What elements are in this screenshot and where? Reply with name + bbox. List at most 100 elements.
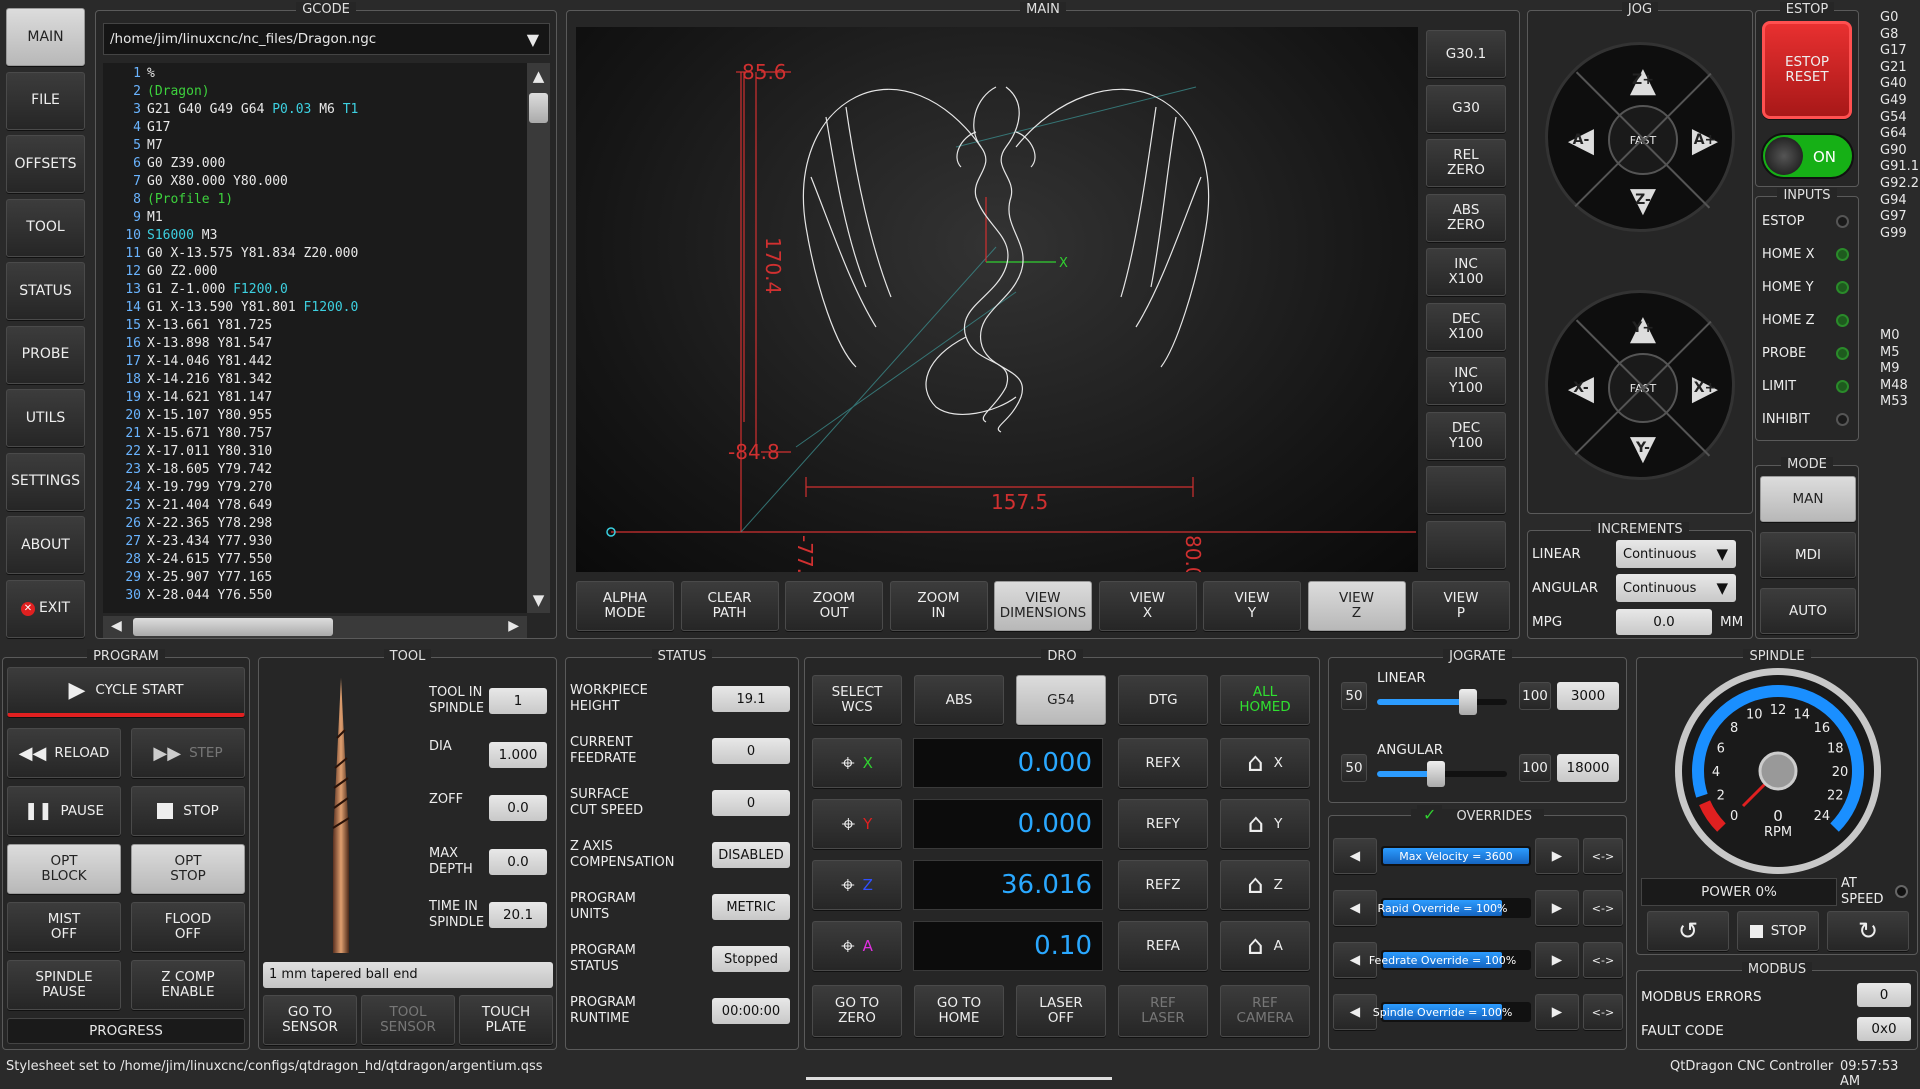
override-decrease-button[interactable]: ◀ bbox=[1333, 994, 1377, 1030]
nav-probe-button[interactable]: PROBE bbox=[6, 325, 85, 384]
gcode-line[interactable]: 21 X-15.671 Y80.757 bbox=[103, 425, 527, 443]
slider-knob[interactable] bbox=[1426, 761, 1445, 787]
jograte-linear-min[interactable]: 50 bbox=[1341, 682, 1367, 710]
dro-y-zero-button[interactable]: ⌖ Y bbox=[812, 799, 902, 849]
spindle-stop-button[interactable]: STOP bbox=[1737, 911, 1819, 951]
jograte-linear-value[interactable]: 3000 bbox=[1557, 682, 1619, 710]
scroll-up-icon[interactable]: ▲ bbox=[527, 67, 550, 85]
jog-x-minus-button[interactable]: ◀ X- bbox=[1557, 368, 1605, 408]
override-decrease-button[interactable]: ◀ bbox=[1333, 890, 1377, 926]
main-zoom-in-button[interactable]: ZOOM IN bbox=[889, 581, 988, 631]
dro-z-value[interactable]: 36.016 bbox=[913, 860, 1103, 910]
gcode-line[interactable]: 17 X-14.046 Y81.442 bbox=[103, 353, 527, 371]
dro-refz-button[interactable]: REFZ bbox=[1118, 860, 1208, 910]
slider-knob[interactable] bbox=[1459, 689, 1477, 715]
jograte-angular-value[interactable]: 18000 bbox=[1557, 754, 1619, 782]
dro-home-z-button[interactable]: ⌂ Z bbox=[1220, 860, 1310, 910]
gcode-line[interactable]: 4 G17 bbox=[103, 119, 527, 137]
dro-z-zero-button[interactable]: ⌖ Z bbox=[812, 860, 902, 910]
opt-stop-button[interactable]: OPT STOP bbox=[131, 844, 245, 894]
gcode-line[interactable]: 22 X-17.011 Y80.310 bbox=[103, 443, 527, 461]
tool-field-value[interactable]: 0.0 bbox=[489, 848, 547, 875]
dro-go-to-zero-button[interactable]: GO TO ZERO bbox=[812, 985, 902, 1037]
main-side-button-rel-zero[interactable]: REL ZERO bbox=[1426, 139, 1506, 187]
mode-man-button[interactable]: MAN bbox=[1760, 476, 1856, 522]
nav-offsets-button[interactable]: OFFSETS bbox=[6, 135, 85, 193]
main-view-z-button[interactable]: VIEW Z bbox=[1307, 581, 1406, 631]
gcode-line[interactable]: 1% bbox=[103, 65, 527, 83]
spindle-forward-button[interactable]: ↻ bbox=[1827, 911, 1909, 951]
override-slider[interactable]: Rapid Override = 100% bbox=[1378, 898, 1531, 918]
main-view-p-button[interactable]: VIEW P bbox=[1412, 581, 1510, 631]
override-reset-button[interactable]: <-> bbox=[1583, 890, 1623, 926]
spindle-reverse-button[interactable]: ↺ bbox=[1647, 911, 1729, 951]
stop-button[interactable]: STOP bbox=[131, 786, 245, 836]
nav-utils-button[interactable]: UTILS bbox=[6, 389, 85, 447]
gcode-line[interactable]: 26 X-22.365 Y78.298 bbox=[103, 515, 527, 533]
gcode-line[interactable]: 30 X-28.044 Y76.550 bbox=[103, 587, 527, 605]
tool-field-value[interactable]: 0.0 bbox=[489, 795, 547, 821]
gcode-line[interactable]: 5 M7 bbox=[103, 137, 527, 155]
gcode-line[interactable]: 7 G0 X80.000 Y80.000 bbox=[103, 173, 527, 191]
main-side-button-dec-x100[interactable]: DEC X100 bbox=[1426, 302, 1506, 351]
dro-go-to-home-button[interactable]: GO TO HOME bbox=[914, 985, 1004, 1037]
angular-inc-select[interactable]: Continuous ▼ bbox=[1616, 574, 1736, 602]
dro-all-homed-button[interactable]: ALL HOMED bbox=[1220, 675, 1310, 725]
jog-y-minusplus-button[interactable]: ▲ Y+ bbox=[1619, 308, 1667, 348]
jog-a-minusplus-button[interactable]: ▶ A+ bbox=[1681, 120, 1729, 160]
main-view-y-button[interactable]: VIEW Y bbox=[1203, 581, 1301, 631]
main-side-button-g30-1[interactable]: G30.1 bbox=[1426, 30, 1506, 78]
dro-a-zero-button[interactable]: ⌖ A bbox=[812, 921, 902, 971]
dro-home-a-button[interactable]: ⌂ A bbox=[1220, 921, 1310, 971]
nav-tool-button[interactable]: TOOL bbox=[6, 198, 85, 257]
main-side-button-dec-y100[interactable]: DEC Y100 bbox=[1426, 411, 1506, 460]
jog-x-minusplus-button[interactable]: ▶ X+ bbox=[1681, 368, 1729, 408]
main-side-button-abs-zero[interactable]: ABS ZERO bbox=[1426, 193, 1506, 242]
tool-field-value[interactable]: 20.1 bbox=[489, 902, 547, 928]
nav-about-button[interactable]: ABOUT bbox=[6, 516, 85, 574]
nav-file-button[interactable]: FILE bbox=[6, 71, 85, 130]
jog-a-minus-button[interactable]: ◀ A- bbox=[1557, 120, 1605, 160]
spindle-pause-button[interactable]: SPINDLE PAUSE bbox=[7, 960, 121, 1010]
dro-x-value[interactable]: 0.000 bbox=[913, 738, 1103, 788]
gcode-line[interactable]: 20 X-15.107 Y80.955 bbox=[103, 407, 527, 425]
touch-plate-button[interactable]: TOUCH PLATE bbox=[459, 995, 553, 1045]
dro-home-x-button[interactable]: ⌂ X bbox=[1220, 738, 1310, 788]
dro-x-zero-button[interactable]: ⌖ X bbox=[812, 738, 902, 788]
go-to-sensor-button[interactable]: GO TO SENSOR bbox=[263, 995, 357, 1045]
jograte-linear-slider[interactable] bbox=[1377, 689, 1507, 715]
gcode-line[interactable]: 6 G0 Z39.000 bbox=[103, 155, 527, 173]
jograte-linear-max[interactable]: 100 bbox=[1519, 682, 1551, 710]
estop-reset-button[interactable]: ESTOP RESET bbox=[1762, 21, 1852, 119]
gcode-line[interactable]: 27 X-23.434 Y77.930 bbox=[103, 533, 527, 551]
gcode-line[interactable]: 28 X-24.615 Y77.550 bbox=[103, 551, 527, 569]
dro-refx-button[interactable]: REFX bbox=[1118, 738, 1208, 788]
dro-ref-laser-button[interactable]: REF LASER bbox=[1118, 985, 1208, 1037]
main-side-button-g30[interactable]: G30 bbox=[1426, 84, 1506, 133]
main-side-button-inc-y100[interactable]: INC Y100 bbox=[1426, 357, 1506, 405]
gcode-editor[interactable]: 1% 2 (Dragon) 3 G21 G40 G49 G64 P0.03 M6 T1 4… bbox=[103, 63, 527, 613]
vertical-scrollbar[interactable]: ▲ ▼ bbox=[527, 63, 550, 613]
gcode-line[interactable]: 15 X-13.661 Y81.725 bbox=[103, 317, 527, 335]
main-view-x-button[interactable]: VIEW X bbox=[1098, 581, 1197, 631]
opt-block-button[interactable]: OPT BLOCK bbox=[7, 844, 121, 894]
main-side-button-blank8[interactable] bbox=[1426, 466, 1506, 514]
dro-a-value[interactable]: 0.10 bbox=[913, 921, 1103, 971]
mode-mdi-button[interactable]: MDI bbox=[1760, 532, 1856, 578]
tool-sensor-button[interactable]: TOOL SENSOR bbox=[361, 995, 455, 1045]
gcode-line[interactable]: 23 X-18.605 Y79.742 bbox=[103, 461, 527, 479]
jog-z-minusplus-button[interactable]: ▲ Z+ bbox=[1619, 60, 1667, 100]
tool-field-value[interactable]: 1 bbox=[489, 688, 547, 714]
dro-laser-off-button[interactable]: LASER OFF bbox=[1016, 985, 1106, 1037]
dro-dtg-button[interactable]: DTG bbox=[1118, 675, 1208, 725]
gcode-line[interactable]: 8 (Profile 1) bbox=[103, 191, 527, 209]
gcode-line[interactable]: 10 S16000 M3 bbox=[103, 227, 527, 245]
mode-auto-button[interactable]: AUTO bbox=[1760, 588, 1856, 634]
dro-y-value[interactable]: 0.000 bbox=[913, 799, 1103, 849]
jograte-angular-max[interactable]: 100 bbox=[1519, 754, 1551, 782]
tool-field-value[interactable]: 1.000 bbox=[489, 741, 547, 768]
step-button[interactable]: ▶▶ STEP bbox=[131, 728, 245, 778]
dro-home-y-button[interactable]: ⌂ Y bbox=[1220, 799, 1310, 849]
gcode-line[interactable]: 16 X-13.898 Y81.547 bbox=[103, 335, 527, 353]
override-increase-button[interactable]: ▶ bbox=[1535, 838, 1579, 874]
